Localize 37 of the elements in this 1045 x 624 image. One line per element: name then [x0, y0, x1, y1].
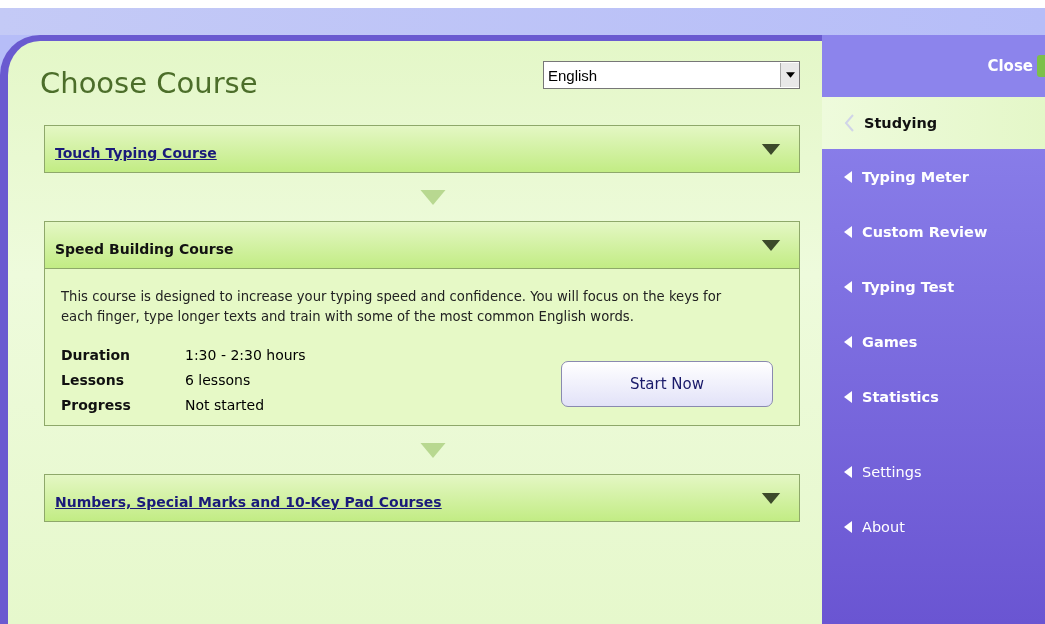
left-triangle-icon — [844, 280, 852, 293]
course-link[interactable]: Touch Typing Course — [55, 145, 217, 161]
detail-label: Lessons — [61, 372, 125, 388]
chevron-left-icon — [844, 114, 854, 132]
start-button[interactable]: Start Now — [561, 361, 773, 407]
nav-item[interactable]: Games — [822, 314, 1045, 369]
down-arrow-icon — [420, 442, 446, 458]
expand-arrow-icon — [761, 143, 781, 155]
course-description: This course is designed to increase your typing speed and confidence. You will focus on the keys for each finger, type longer texts and train with some of the most common English words. — [61, 288, 723, 326]
left-triangle-icon — [844, 225, 852, 238]
expand-arrow-icon — [761, 239, 781, 251]
detail-value: 1:30 - 2:30 hours — [185, 347, 306, 363]
tab-edge — [1037, 55, 1045, 77]
detail-label: Duration — [61, 347, 131, 363]
close-button[interactable]: Close — [987, 57, 1037, 75]
language-dropdown[interactable]: English — [543, 61, 800, 89]
nav-item[interactable]: Studying — [822, 97, 1045, 149]
left-triangle-icon — [844, 170, 852, 183]
left-triangle-icon — [844, 520, 852, 533]
detail-label: Progress — [61, 397, 132, 413]
course-link[interactable]: Numbers, Special Marks and 10-Key Pad Courses — [55, 494, 442, 510]
expand-arrow-icon — [761, 492, 781, 504]
nav-item[interactable]: Typing Meter — [822, 149, 1045, 204]
left-triangle-icon — [844, 465, 852, 478]
nav-item[interactable]: About — [822, 499, 1045, 554]
nav-item[interactable]: Settings — [822, 444, 1045, 499]
detail-value: 6 lessons — [185, 372, 252, 388]
left-triangle-icon — [844, 390, 852, 403]
left-triangle-icon — [844, 335, 852, 348]
course-title: Speed Building Course — [55, 241, 234, 257]
detail-value: Not started — [185, 397, 266, 413]
nav-item[interactable]: Typing Test — [822, 259, 1045, 314]
page-title: Choose Course — [40, 66, 258, 100]
nav-item[interactable]: Custom Review — [822, 204, 1045, 259]
dropdown-arrow-icon — [785, 72, 795, 78]
down-arrow-icon — [420, 189, 446, 205]
nav-item[interactable]: Statistics — [822, 369, 1045, 424]
